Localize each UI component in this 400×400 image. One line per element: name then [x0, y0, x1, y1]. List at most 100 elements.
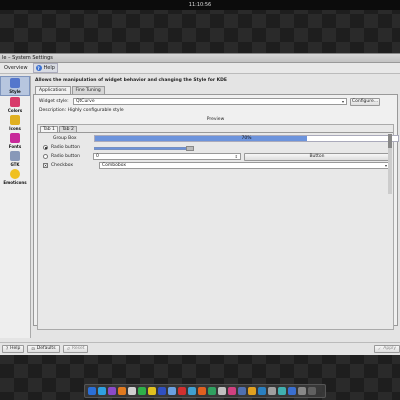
- combobox-value: Combobox: [101, 163, 127, 168]
- sidebar-item-label: Style: [9, 89, 21, 94]
- description-row: Description: Highly configurable style: [37, 106, 394, 115]
- dock-app-icon[interactable]: [298, 387, 306, 395]
- dock-app-icon[interactable]: [98, 387, 106, 395]
- dock-app-icon[interactable]: [148, 387, 156, 395]
- preview-button[interactable]: Button: [243, 152, 390, 161]
- dock-app-icon[interactable]: [108, 387, 116, 395]
- chevron-down-icon: ▾: [384, 163, 387, 168]
- apply-icon: ✓: [377, 346, 382, 351]
- defaults-button-label: Defaults: [36, 346, 56, 351]
- widget-style-combobox[interactable]: QtCurve ▾: [73, 98, 347, 105]
- dock-app-icon[interactable]: [218, 387, 226, 395]
- scrollbar-thumb[interactable]: [388, 134, 392, 148]
- dock-app-icon[interactable]: [278, 387, 286, 395]
- dock-app-icon[interactable]: [138, 387, 146, 395]
- reset-button[interactable]: ↺ Reset: [62, 344, 89, 353]
- sidebar-item-emoticons[interactable]: Emoticons: [0, 168, 30, 186]
- sidebar-item-fonts[interactable]: Fonts: [0, 132, 30, 150]
- radio-button-1-label: Radio button: [51, 145, 80, 150]
- preview-scrollbar[interactable]: [388, 134, 392, 194]
- defaults-icon: ⊡: [31, 346, 35, 351]
- dock-app-icon[interactable]: [308, 387, 316, 395]
- dialog-footer: ? Help ⊡ Defaults ↺ Reset ✓ Apply: [0, 342, 400, 354]
- overview-button[interactable]: Overview: [2, 64, 30, 72]
- page-heading: Allows the manipulation of widget behavi…: [35, 78, 227, 83]
- dock-app-icon[interactable]: [128, 387, 136, 395]
- widget-style-value: QtCurve: [76, 99, 95, 104]
- dock-app-icon[interactable]: [208, 387, 216, 395]
- spin-button-row: 0 ⇕ Button: [93, 152, 390, 161]
- help-button-label: Help: [10, 346, 21, 351]
- dock-app-icon[interactable]: [238, 387, 246, 395]
- progress-text: 70%: [241, 136, 252, 141]
- progress-bar: 70%: [94, 135, 399, 142]
- overview-label: Overview: [4, 65, 28, 71]
- style-description: Description: Highly configurable style: [39, 108, 124, 113]
- dock-app-icon[interactable]: [248, 387, 256, 395]
- help-icon: ?: [35, 65, 42, 71]
- help-button[interactable]: ? Help: [2, 344, 25, 353]
- sidebar: Style Colors Icons Fonts GTK Emoticons: [0, 76, 31, 338]
- dock-app-icon[interactable]: [288, 387, 296, 395]
- preview-combobox[interactable]: Combobox ▾: [98, 162, 390, 169]
- dock-app-icon[interactable]: [228, 387, 236, 395]
- widget-style-label: Widget style:: [39, 99, 69, 104]
- dock-app-icon[interactable]: [258, 387, 266, 395]
- sidebar-item-gtk[interactable]: GTK: [0, 150, 30, 168]
- preview-checkbox[interactable]: ✕: [43, 163, 48, 168]
- taskbar-dock: [84, 384, 326, 398]
- checkbox-label: Checkbox: [51, 163, 73, 168]
- slider-handle[interactable]: [186, 146, 194, 151]
- sidebar-item-colors[interactable]: Colors: [0, 96, 30, 114]
- system-settings-window: le – System Settings Overview ? Help Sty…: [0, 53, 400, 355]
- tab-applications[interactable]: Applications: [35, 86, 71, 94]
- defaults-button[interactable]: ⊡ Defaults: [27, 344, 60, 353]
- window-titlebar[interactable]: le – System Settings: [0, 54, 400, 63]
- apply-button[interactable]: ✓ Apply: [373, 344, 400, 353]
- emoticons-icon: [10, 169, 20, 179]
- spin-value: 0: [96, 154, 99, 159]
- sidebar-item-label: Fonts: [8, 144, 22, 149]
- spin-box[interactable]: 0 ⇕: [93, 153, 241, 160]
- radio-button-2[interactable]: [43, 154, 48, 159]
- settings-navbar: Overview ? Help: [0, 63, 400, 74]
- sidebar-item-icons[interactable]: Icons: [0, 114, 30, 132]
- spin-arrows-icon: ⇕: [234, 154, 238, 159]
- dock-app-icon[interactable]: [158, 387, 166, 395]
- dock-app-icon[interactable]: [118, 387, 126, 395]
- main-tabs: Applications Fine Tuning: [33, 86, 398, 94]
- fonts-icon: [10, 133, 20, 143]
- clock[interactable]: 11:10:56: [189, 2, 211, 8]
- tab-fine-tuning[interactable]: Fine Tuning: [71, 86, 105, 94]
- group-box-label: Group Box: [53, 136, 77, 141]
- radio-button-1[interactable]: [43, 145, 48, 150]
- sidebar-item-label: Icons: [9, 126, 21, 131]
- sidebar-item-label: Colors: [7, 108, 23, 113]
- style-icon: [10, 78, 20, 88]
- chevron-down-icon: ▾: [341, 99, 344, 104]
- dock-app-icon[interactable]: [268, 387, 276, 395]
- dock-app-icon[interactable]: [198, 387, 206, 395]
- sidebar-item-style[interactable]: Style: [0, 76, 30, 96]
- sidebar-item-label: Emoticons: [3, 180, 27, 185]
- dock-app-icon[interactable]: [168, 387, 176, 395]
- preview-label: Preview: [206, 117, 225, 122]
- window-title: le – System Settings: [2, 55, 53, 61]
- dock-app-icon[interactable]: [88, 387, 96, 395]
- configure-button[interactable]: Configure...: [350, 97, 380, 106]
- help-nav-button[interactable]: ? Help: [32, 63, 58, 73]
- help-icon: ?: [6, 346, 9, 351]
- dock-app-icon[interactable]: [188, 387, 196, 395]
- checkbox-row: ✕ Checkbox Combobox ▾: [43, 161, 390, 170]
- widget-style-row: Widget style: QtCurve ▾ Configure...: [37, 97, 394, 106]
- sidebar-item-label: GTK: [10, 162, 20, 167]
- preview-slider[interactable]: [94, 146, 194, 151]
- applications-panel: Widget style: QtCurve ▾ Configure... Des…: [33, 94, 399, 330]
- dock-app-icon[interactable]: [178, 387, 186, 395]
- preview-area: Tab 1 Tab 2 Group Box 70% Radio button R…: [37, 124, 399, 330]
- help-nav-label: Help: [43, 65, 55, 71]
- top-panel: 11:10:56: [0, 0, 400, 10]
- preview-tabs: Tab 1 Tab 2: [38, 125, 393, 132]
- preview-body: Group Box 70% Radio button Radio button …: [38, 132, 399, 324]
- gtk-icon: [10, 151, 20, 161]
